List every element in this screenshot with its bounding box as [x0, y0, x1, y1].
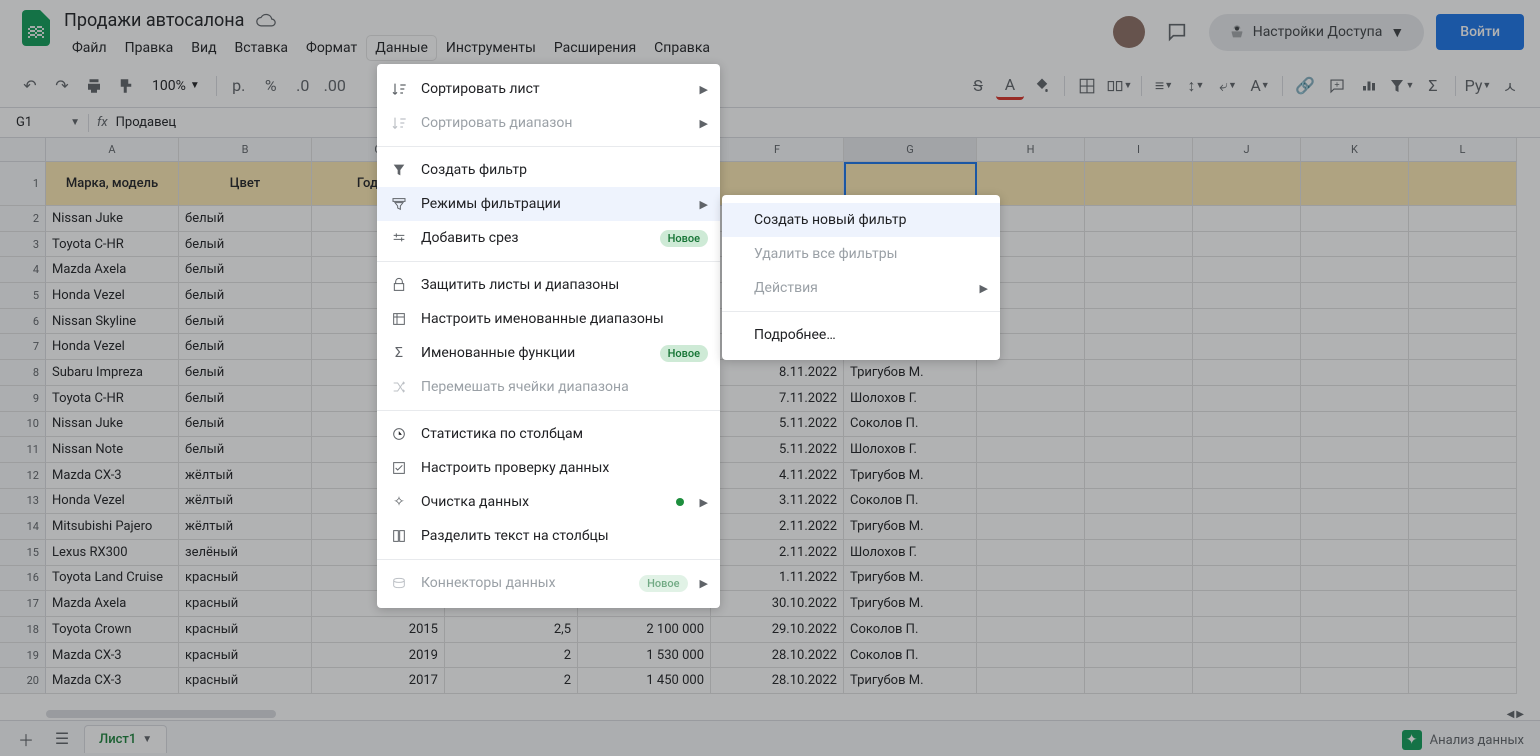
data-menu: Сортировать лист▶ Сортировать диапазон▶ … [377, 64, 720, 608]
menu-filter-views[interactable]: Режимы фильтрации▶ [377, 187, 720, 221]
filter-views-submenu: Создать новый фильтр Удалить все фильтры… [722, 195, 1000, 360]
menu-data-validation[interactable]: Настроить проверку данных [377, 451, 720, 485]
menu-split-text[interactable]: Разделить текст на столбцы [377, 519, 720, 553]
menu-sort-sheet[interactable]: Сортировать лист▶ [377, 72, 720, 106]
menu-named-functions[interactable]: ΣИменованные функцииНовое [377, 336, 720, 370]
menu-connectors: Коннекторы данныхНовое▶ [377, 566, 720, 600]
submenu-learn-more[interactable]: Подробнее… [722, 318, 1000, 352]
submenu-delete-all: Удалить все фильтры [722, 237, 1000, 271]
submenu-actions: Действия▶ [722, 271, 1000, 305]
submenu-create-new-filter[interactable]: Создать новый фильтр [722, 203, 1000, 237]
modal-overlay [0, 0, 1540, 756]
menu-data-cleanup[interactable]: ✧Очистка данных▶ [377, 485, 720, 519]
menu-create-filter[interactable]: Создать фильтр [377, 153, 720, 187]
menu-sort-range: Сортировать диапазон▶ [377, 106, 720, 140]
menu-add-slicer[interactable]: Добавить срезНовое [377, 221, 720, 255]
menu-randomize: Перемешать ячейки диапазона [377, 370, 720, 404]
menu-column-stats[interactable]: Статистика по столбцам [377, 417, 720, 451]
menu-named-ranges[interactable]: Настроить именованные диапазоны [377, 302, 720, 336]
menu-protect[interactable]: Защитить листы и диапазоны [377, 268, 720, 302]
